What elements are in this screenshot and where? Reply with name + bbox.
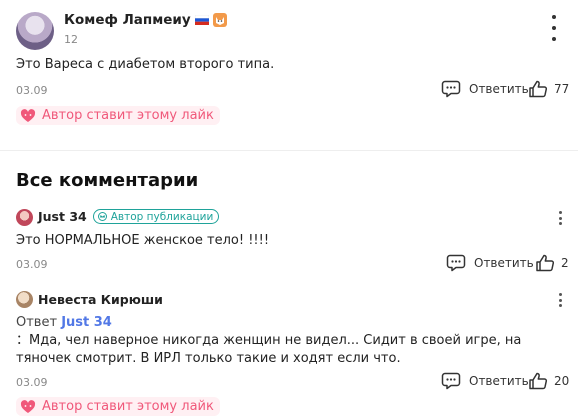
- reply-label: Ответить: [469, 374, 529, 388]
- more-options-button[interactable]: [550, 293, 570, 307]
- comment-text: Это Вареса с диабетом второго типа.: [16, 57, 275, 72]
- fox-emoji-icon: [212, 13, 227, 27]
- thumbs-up-icon: [528, 80, 548, 98]
- user-level: 12: [64, 33, 78, 46]
- russia-flag-icon: [194, 15, 209, 25]
- heart-paw-icon: [20, 399, 36, 414]
- comment-header: Just 34 Автор публикации: [38, 209, 220, 224]
- more-options-button[interactable]: [544, 15, 564, 41]
- thumbs-up-icon: [535, 254, 555, 272]
- author-crown-icon: [97, 212, 108, 221]
- author-like-label: Автор ставит этому лайк: [42, 399, 214, 414]
- reply-button[interactable]: Ответить: [441, 372, 529, 390]
- section-title: Все комментарии: [16, 170, 199, 191]
- comment-bubble-icon: [446, 254, 466, 272]
- comment-text: ：Мда, чел наверное никогда женщин не вид…: [16, 333, 522, 366]
- like-button[interactable]: 2: [535, 254, 569, 272]
- heart-paw-icon: [20, 108, 36, 123]
- username[interactable]: Комеф Лапмеиу: [64, 12, 191, 28]
- reply-button[interactable]: Ответить: [441, 80, 529, 98]
- comment-date: 03.09: [16, 376, 48, 389]
- reply-to-line: Ответ Just 34: [16, 315, 112, 330]
- like-button[interactable]: 20: [528, 372, 569, 390]
- reply-label: Ответить: [474, 256, 534, 270]
- avatar[interactable]: [16, 12, 54, 50]
- reply-mention-link[interactable]: Just 34: [61, 315, 112, 330]
- more-options-button[interactable]: [550, 211, 570, 225]
- comment-header: Комеф Лапмеиу: [64, 12, 227, 28]
- username[interactable]: Just 34: [38, 209, 87, 224]
- comment-bubble-icon: [441, 372, 461, 390]
- avatar[interactable]: [16, 209, 33, 226]
- comment-text: Это НОРМАЛЬНОЕ женское тело! !!!!: [16, 233, 270, 248]
- like-button[interactable]: 77: [528, 80, 569, 98]
- author-like-label: Автор ставит этому лайк: [42, 108, 214, 123]
- like-count: 2: [561, 256, 569, 270]
- avatar[interactable]: [16, 291, 33, 308]
- reply-button[interactable]: Ответить: [446, 254, 534, 272]
- author-badge: Автор публикации: [92, 209, 220, 224]
- comment-date: 03.09: [16, 84, 48, 97]
- author-like-badge: Автор ставит этому лайк: [16, 106, 220, 125]
- like-count: 77: [554, 82, 570, 96]
- like-count: 20: [554, 374, 570, 388]
- author-like-badge: Автор ставит этому лайк: [16, 397, 220, 416]
- comment-date: 03.09: [16, 258, 48, 271]
- divider: [0, 150, 578, 151]
- thumbs-up-icon: [528, 372, 548, 390]
- comment-bubble-icon: [441, 80, 461, 98]
- reply-prefix: Ответ: [16, 315, 58, 330]
- author-badge-label: Автор публикации: [110, 210, 214, 223]
- reply-label: Ответить: [469, 82, 529, 96]
- username[interactable]: Невеста Кирюши: [38, 292, 163, 307]
